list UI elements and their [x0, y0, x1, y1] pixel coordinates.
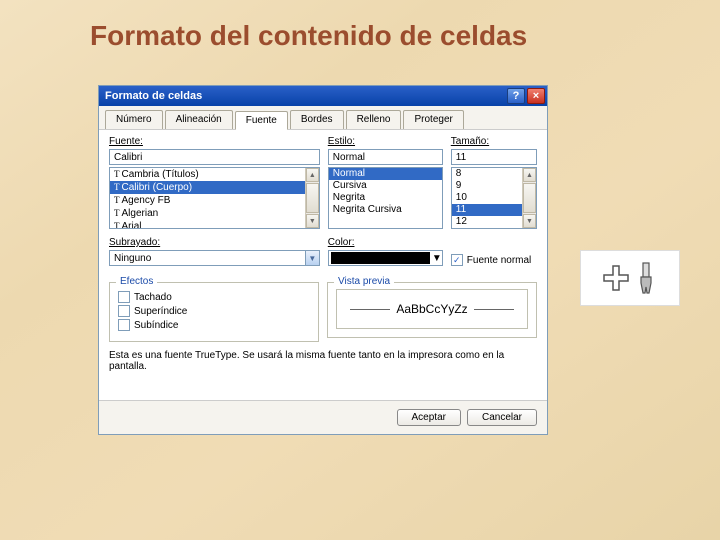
tab-alineacion[interactable]: Alineación [165, 110, 233, 129]
color-swatch [331, 252, 430, 264]
effect-label: Superíndice [134, 306, 187, 317]
preview-group: Vista previa AaBbCcYyZz [327, 282, 537, 338]
tab-fuente[interactable]: Fuente [235, 111, 288, 130]
underline-value: Ninguno [110, 253, 305, 264]
scrollbar[interactable]: ▲ ▼ [305, 168, 319, 228]
slide-title: Formato del contenido de celdas [0, 0, 720, 52]
list-item[interactable]: Negrita Cursiva [329, 204, 442, 216]
checkbox-icon [118, 291, 130, 303]
superscript-checkbox[interactable]: Superíndice [118, 305, 310, 317]
scroll-thumb[interactable] [523, 183, 536, 213]
style-value: Normal [329, 152, 442, 163]
checkbox-icon [118, 305, 130, 317]
cancel-button[interactable]: Cancelar [467, 409, 537, 426]
close-button[interactable]: × [527, 88, 545, 104]
tab-numero[interactable]: Número [105, 110, 163, 129]
accept-button[interactable]: Aceptar [397, 409, 461, 426]
scroll-down-icon[interactable]: ▼ [523, 214, 536, 228]
scroll-thumb[interactable] [306, 183, 319, 213]
subscript-checkbox[interactable]: Subíndice [118, 319, 310, 331]
list-item[interactable]: Cursiva [329, 180, 442, 192]
titlebar-text: Formato de celdas [105, 90, 505, 102]
preview-box: AaBbCcYyZz [336, 289, 528, 329]
checkbox-icon [118, 319, 130, 331]
preview-sample: AaBbCcYyZz [396, 302, 467, 316]
scroll-up-icon[interactable]: ▲ [523, 168, 536, 182]
titlebar[interactable]: Formato de celdas ? × [99, 86, 547, 106]
truetype-note: Esta es una fuente TrueType. Se usará la… [109, 350, 537, 372]
list-item[interactable]: Normal [329, 168, 442, 180]
effects-group: Efectos Tachado Superíndice Subíndice [109, 282, 319, 342]
preview-underline [350, 309, 390, 310]
dialog-buttons: Aceptar Cancelar [99, 400, 547, 434]
effect-label: Subíndice [134, 320, 178, 331]
chevron-down-icon[interactable]: ▼ [305, 251, 319, 265]
checkbox-icon: ✓ [451, 254, 463, 266]
list-item[interactable]: TArial [110, 220, 319, 229]
size-label: Tamaño: [451, 136, 537, 147]
underline-select[interactable]: Ninguno ▼ [109, 250, 320, 266]
chevron-down-icon[interactable]: ▼ [432, 253, 442, 264]
tab-proteger[interactable]: Proteger [403, 110, 463, 129]
style-input[interactable]: Normal [328, 149, 443, 165]
style-label: Estilo: [328, 136, 443, 147]
font-value: Calibri [110, 152, 319, 163]
list-item[interactable]: TAgency FB [110, 194, 319, 207]
effects-title: Efectos [116, 276, 157, 287]
underline-label: Subrayado: [109, 237, 320, 248]
list-item[interactable]: Negrita [329, 192, 442, 204]
list-item[interactable]: 14 [452, 228, 536, 229]
size-input[interactable]: 11 [451, 149, 537, 165]
normal-font-label: Fuente normal [467, 255, 531, 266]
tab-relleno[interactable]: Relleno [346, 110, 402, 129]
preview-underline [474, 309, 514, 310]
effect-label: Tachado [134, 292, 172, 303]
size-value: 11 [452, 152, 536, 163]
style-listbox[interactable]: Normal Cursiva Negrita Negrita Cursiva [328, 167, 443, 229]
strikethrough-checkbox[interactable]: Tachado [118, 291, 310, 303]
format-cells-dialog: Formato de celdas ? × Número Alineación … [98, 85, 548, 435]
normal-font-checkbox[interactable]: ✓ Fuente normal [451, 254, 537, 266]
brush-icon [633, 261, 659, 295]
list-item[interactable]: TCambria (Títulos) [110, 168, 319, 181]
tab-bordes[interactable]: Bordes [290, 110, 344, 129]
list-item[interactable]: TCalibri (Cuerpo) [110, 181, 319, 194]
scrollbar[interactable]: ▲ ▼ [522, 168, 536, 228]
side-graphic [580, 250, 680, 306]
plus-icon [601, 263, 631, 293]
list-item[interactable]: TAlgerian [110, 207, 319, 220]
font-label: Fuente: [109, 136, 320, 147]
color-select[interactable]: ▼ [328, 250, 443, 266]
preview-title: Vista previa [334, 276, 394, 287]
color-label: Color: [328, 237, 443, 248]
font-input[interactable]: Calibri [109, 149, 320, 165]
font-panel: Fuente: Calibri TCambria (Títulos) TCali… [99, 130, 547, 376]
font-listbox[interactable]: TCambria (Títulos) TCalibri (Cuerpo) TAg… [109, 167, 320, 229]
tabs: Número Alineación Fuente Bordes Relleno … [99, 106, 547, 130]
scroll-down-icon[interactable]: ▼ [306, 214, 319, 228]
scroll-up-icon[interactable]: ▲ [306, 168, 319, 182]
help-button[interactable]: ? [507, 88, 525, 104]
size-listbox[interactable]: 8 9 10 11 12 14 ▲ ▼ [451, 167, 537, 229]
